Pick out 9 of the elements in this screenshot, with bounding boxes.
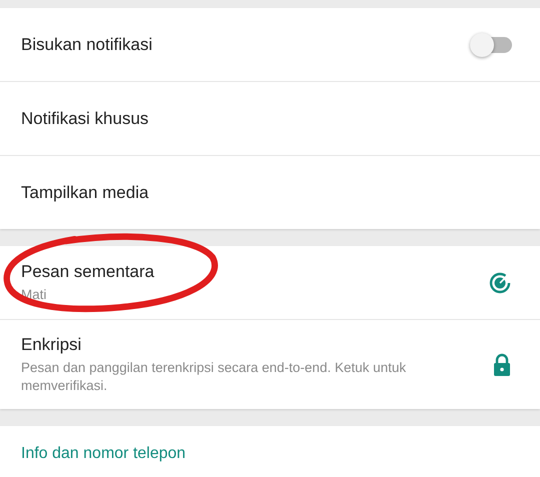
row-subtitle: Pesan dan panggilan terenkripsi secara end-to-end. Ketuk untuk memverifikasi. <box>21 358 408 394</box>
lock-icon <box>492 352 512 376</box>
row-title: Info dan nomor telepon <box>21 444 186 462</box>
row-title: Bisukan notifikasi <box>21 34 152 54</box>
row-title: Pesan sementara <box>21 262 154 282</box>
row-title: Enkripsi <box>21 334 82 354</box>
row-title: Tampilkan media <box>21 182 149 202</box>
row-title: Notifikasi khusus <box>21 108 149 128</box>
timer-icon <box>488 270 512 294</box>
